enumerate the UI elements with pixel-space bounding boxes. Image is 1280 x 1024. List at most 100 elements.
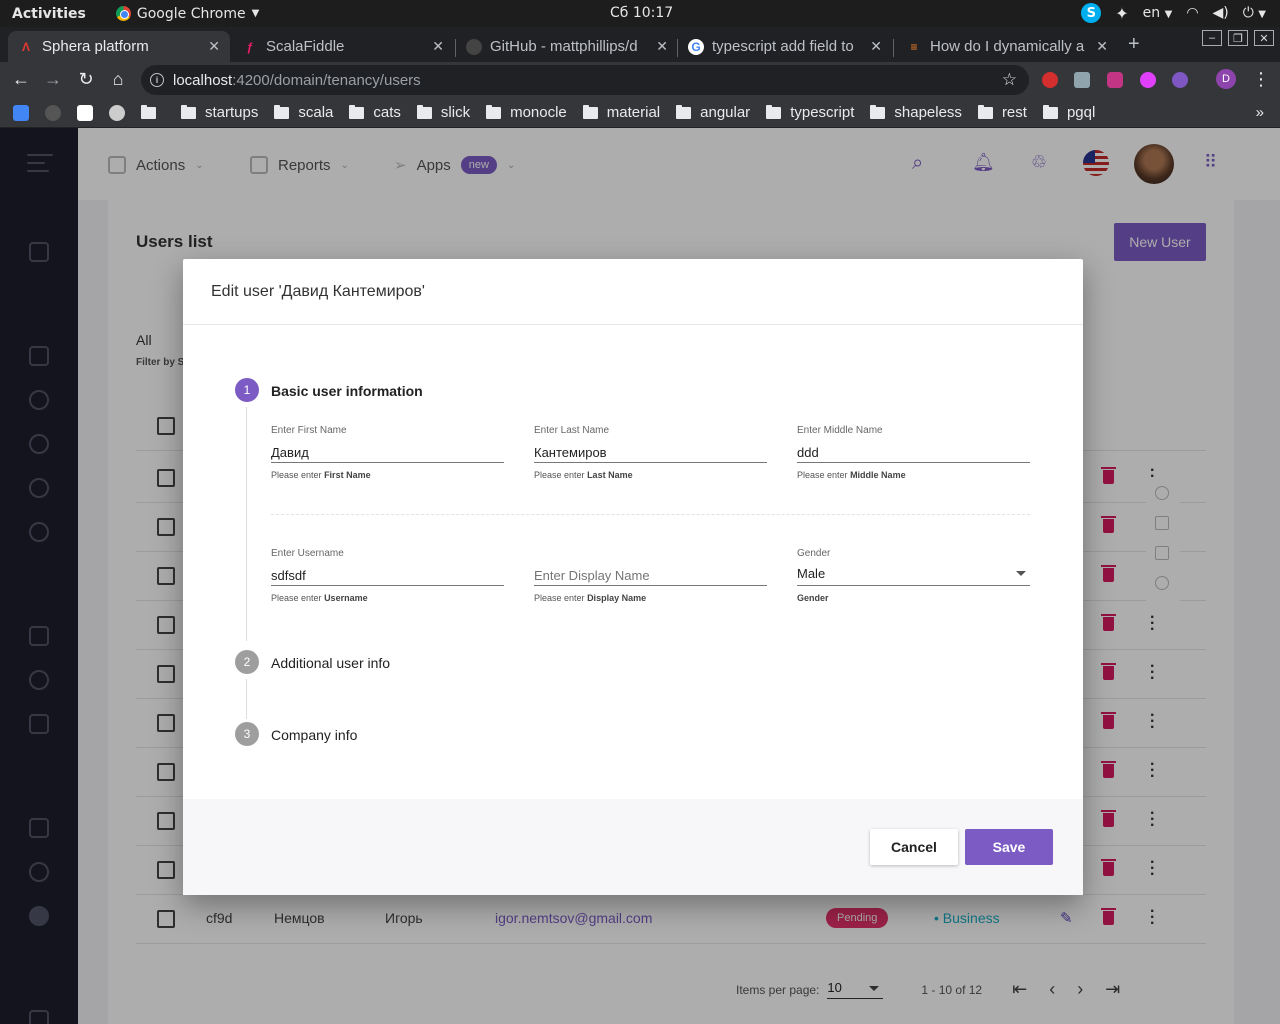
bookmark-slick[interactable]: slick [416,104,470,121]
adblock-icon[interactable] [1042,72,1058,88]
bookmark-star-icon[interactable]: ☆ [1002,70,1017,90]
step-2-label[interactable]: Additional user info [271,655,390,671]
sphera-icon: Λ [21,39,30,54]
minimize-button[interactable]: – [1202,30,1222,46]
bookmark-angular[interactable]: angular [676,104,750,121]
bookmark-material[interactable]: material [582,104,660,121]
bookmark-shapeless[interactable]: shapeless [870,104,962,121]
close-icon[interactable]: ✕ [1096,38,1108,55]
step-3-number[interactable]: 3 [235,722,259,746]
display-name-input[interactable] [534,566,767,586]
dropbox-icon[interactable]: ✦ [1115,4,1128,23]
field-hint: Please enter Username [271,593,368,603]
back-icon[interactable]: ← [10,69,32,90]
username-input[interactable] [271,566,504,586]
translate-icon[interactable] [13,104,29,121]
tab-scalafiddle[interactable]: ƒ ScalaFiddle ✕ [232,31,454,62]
tab-google[interactable]: G typescript add field to ✕ [678,31,892,62]
wifi-icon[interactable]: ◠ [1186,5,1198,21]
dialog-title: Edit user 'Давид Кантемиров' [211,283,425,300]
wordpress-icon[interactable] [109,104,125,121]
github-icon[interactable] [45,104,61,121]
extension-icon[interactable] [1140,72,1156,88]
field-label: Enter Middle Name [797,425,883,436]
tab-title: Sphera platform [42,38,149,55]
edit-user-dialog: Edit user 'Давид Кантемиров' 1 Basic use… [183,259,1083,895]
field-label: Enter Username [271,548,344,559]
google-icon: G [688,38,704,55]
first-name-input[interactable] [271,443,504,463]
clock[interactable]: Сб 10:17 [610,5,673,21]
system-tray: S ✦ en ▼ ◠ ◀) ⏻ ▼ [1081,3,1266,23]
power-icon[interactable]: ⏻ ▼ [1243,5,1266,21]
folder-icon [1042,104,1058,119]
reload-icon[interactable]: ↻ [75,69,97,90]
tab-strip: Λ Sphera platform ✕ ƒ ScalaFiddle ✕ GitH… [0,27,1280,62]
stackoverflow-icon: ≡ [910,39,918,54]
bookmark-scala[interactable]: scala [274,104,333,121]
maximize-button[interactable]: ❐ [1228,30,1248,46]
close-window-button[interactable]: ✕ [1254,30,1274,46]
home-icon[interactable]: ⌂ [107,69,129,90]
github-icon [466,38,482,55]
new-tab-button[interactable]: + [1128,33,1140,56]
field-label: Enter Last Name [534,425,610,436]
field-label: Enter First Name [271,425,347,436]
volume-icon[interactable]: ◀) [1213,5,1229,21]
owl-icon[interactable] [1172,72,1188,88]
url-text: localhost:4200/domain/tenancy/users [173,71,421,89]
middle-name-input[interactable] [797,443,1030,463]
gender-field: Gender Male Gender [797,548,1030,603]
bookmarks-more-button[interactable]: » [1256,104,1264,121]
shield-icon[interactable] [1074,72,1090,88]
activities-button[interactable]: Activities [12,6,86,22]
step-1-number[interactable]: 1 [235,378,259,402]
stepper-line [246,407,247,641]
first-name-field: Enter First Name Please enter First Name [271,425,504,480]
bookmark-folder[interactable] [141,104,165,119]
forward-icon[interactable]: → [42,69,64,90]
folder-icon [977,104,993,119]
tab-github[interactable]: GitHub - mattphillips/d ✕ [456,31,678,62]
field-hint: Please enter Middle Name [797,470,906,480]
step-1-label[interactable]: Basic user information [271,383,423,399]
step-3-label[interactable]: Company info [271,727,357,743]
display-name-field: Please enter Display Name [534,548,767,603]
play-icon[interactable] [77,104,93,121]
save-button[interactable]: Save [965,829,1053,865]
app-menu[interactable]: Google Chrome ▼ [115,6,259,22]
bookmark-rest[interactable]: rest [977,104,1027,121]
skype-icon[interactable]: S [1081,3,1102,23]
bookmark-cats[interactable]: cats [349,104,401,121]
cancel-button[interactable]: Cancel [870,829,958,865]
chrome-icon [115,6,131,21]
scalafiddle-icon: ƒ [246,39,254,54]
last-name-input[interactable] [534,443,767,463]
profile-avatar[interactable]: D [1216,69,1236,89]
step-2-number[interactable]: 2 [235,650,259,674]
close-icon[interactable]: ✕ [432,38,444,55]
address-bar[interactable]: i localhost:4200/domain/tenancy/users ☆ [141,65,1029,95]
close-icon[interactable]: ✕ [870,38,882,55]
bookmark-typescript[interactable]: typescript [766,104,854,121]
tab-sphera[interactable]: Λ Sphera platform ✕ [8,31,230,62]
close-icon[interactable]: ✕ [208,38,220,55]
info-icon[interactable]: i [150,73,164,87]
field-hint: Gender [797,593,829,603]
bookmark-pgql[interactable]: pgql [1042,104,1095,121]
folder-icon [274,104,290,119]
divider [183,324,1083,325]
bookmark-startups[interactable]: startups [181,104,258,121]
close-icon[interactable]: ✕ [656,38,668,55]
instagram-icon[interactable] [1107,72,1123,88]
tab-stackoverflow[interactable]: ≡ How do I dynamically a ✕ [896,31,1118,62]
tab-title: typescript add field to [712,38,854,55]
bookmarks-bar: startups scala cats slick monocle materi… [0,98,1280,128]
folder-icon [676,104,692,119]
folder-icon [582,104,598,119]
gender-select[interactable]: Male [797,566,1030,586]
menu-kebab-icon[interactable]: ⋮ [1250,69,1272,90]
bookmark-monocle[interactable]: monocle [486,104,567,121]
language-indicator[interactable]: en ▼ [1143,5,1173,21]
stepper-line [246,679,247,719]
